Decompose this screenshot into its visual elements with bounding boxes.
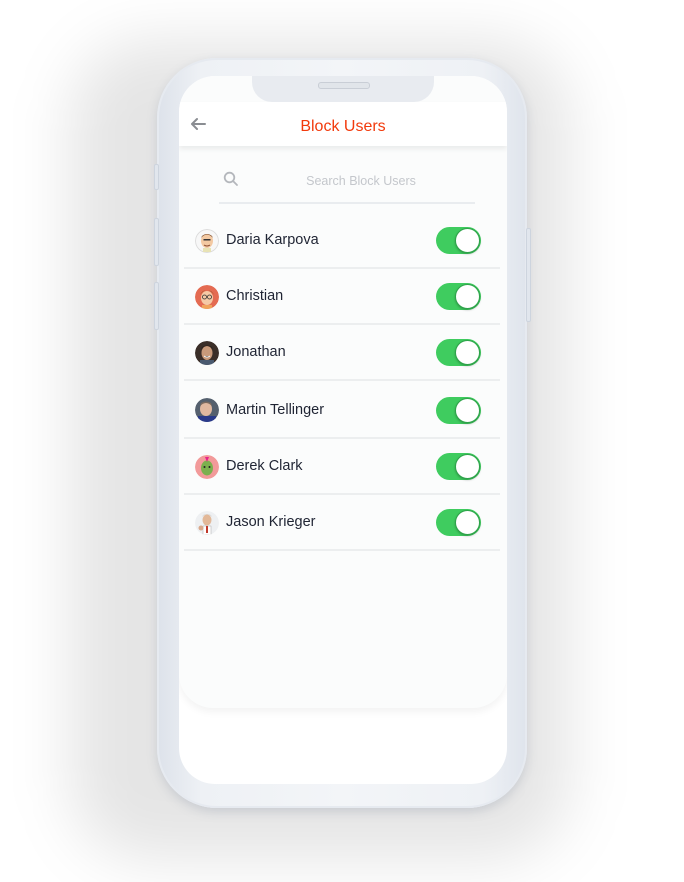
user-name: Daria Karpova	[226, 232, 319, 248]
user-name: Jason Krieger	[226, 514, 316, 530]
list-item: Christian	[184, 269, 500, 325]
search-bar[interactable]	[219, 166, 475, 204]
list-item: Martin Tellinger	[184, 381, 500, 439]
block-toggle[interactable]	[436, 397, 481, 424]
toggle-knob	[455, 454, 480, 479]
volume-down-button	[154, 282, 159, 330]
toggle-knob	[455, 340, 480, 365]
block-toggle[interactable]	[436, 339, 481, 366]
user-name: Christian	[226, 288, 284, 304]
user-list: Daria Karpova Christian Jonathan Martin …	[184, 213, 500, 551]
avatar	[195, 455, 219, 479]
mute-switch	[154, 164, 159, 190]
speaker-grille	[318, 82, 370, 89]
volume-up-button	[154, 218, 159, 266]
block-toggle[interactable]	[436, 453, 481, 480]
avatar	[195, 511, 219, 535]
page-title: Block Users	[300, 118, 386, 135]
block-toggle[interactable]	[436, 509, 481, 536]
toggle-knob	[455, 398, 480, 423]
list-item: Derek Clark	[184, 439, 500, 495]
user-name: Jonathan	[226, 344, 286, 360]
list-item: Jonathan	[184, 325, 500, 381]
avatar	[195, 229, 219, 253]
header-bar: Block Users	[179, 102, 507, 146]
app-view: Block Users Daria Karpova Christian	[179, 76, 507, 708]
user-name: Derek Clark	[226, 458, 303, 474]
search-input[interactable]	[249, 170, 473, 192]
list-item: Jason Krieger	[184, 495, 500, 551]
avatar	[195, 341, 219, 365]
user-name: Martin Tellinger	[226, 402, 325, 418]
block-toggle[interactable]	[436, 283, 481, 310]
toggle-knob	[455, 284, 480, 309]
avatar	[195, 285, 219, 309]
block-toggle[interactable]	[436, 227, 481, 254]
toggle-knob	[455, 510, 480, 535]
search-icon	[223, 171, 239, 187]
phone-screen: Block Users Daria Karpova Christian	[179, 76, 507, 784]
list-item: Daria Karpova	[184, 213, 500, 269]
toggle-knob	[455, 228, 480, 253]
avatar	[195, 398, 219, 422]
phone-notch	[252, 76, 434, 102]
power-button	[526, 228, 531, 322]
